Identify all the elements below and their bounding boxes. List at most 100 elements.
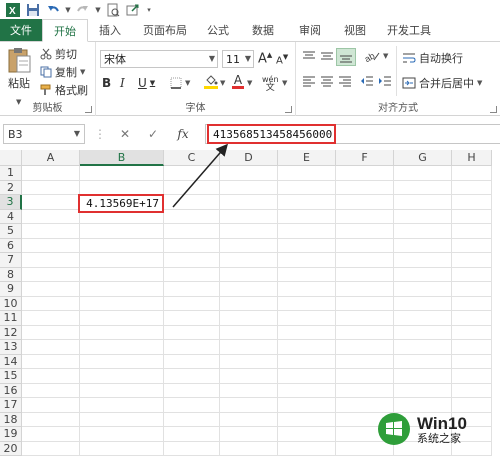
formula-value-highlight[interactable]: 413568513458456000 — [207, 124, 336, 144]
cell-a8[interactable] — [22, 267, 80, 282]
cancel-entry-button[interactable]: ✕ — [114, 124, 136, 144]
cell-g1[interactable] — [394, 166, 452, 181]
cell-c5[interactable] — [164, 224, 220, 239]
cell-d9[interactable] — [220, 282, 278, 297]
cell-e14[interactable] — [278, 354, 336, 369]
formula-bar-grip-icon[interactable]: ⋮ — [94, 124, 106, 144]
column-header-e[interactable]: E — [278, 150, 336, 166]
cell-f7[interactable] — [336, 253, 394, 268]
cell-e6[interactable] — [278, 238, 336, 253]
tab-home[interactable]: 开始 — [42, 19, 88, 42]
tab-developer[interactable]: 开发工具 — [378, 19, 440, 41]
cell-f11[interactable] — [336, 311, 394, 326]
active-cell-b3[interactable]: 4.13569E+17 — [78, 194, 164, 213]
cell-g8[interactable] — [394, 267, 452, 282]
row-header-9[interactable]: 9 — [0, 282, 22, 297]
redo-dropdown-icon[interactable]: ▼ — [94, 1, 102, 19]
cell-g6[interactable] — [394, 238, 452, 253]
font-size-combo[interactable]: 11 ▼ — [222, 50, 254, 68]
cell-f2[interactable] — [336, 180, 394, 195]
cell-h8[interactable] — [452, 267, 492, 282]
cell-a2[interactable] — [22, 180, 80, 195]
cell-a11[interactable] — [22, 311, 80, 326]
cell-g5[interactable] — [394, 224, 452, 239]
column-header-f[interactable]: F — [336, 150, 394, 166]
cell-e19[interactable] — [278, 427, 336, 442]
cell-h15[interactable] — [452, 369, 492, 384]
cell-e17[interactable] — [278, 398, 336, 413]
tab-file[interactable]: 文件 — [0, 19, 42, 41]
cell-f14[interactable] — [336, 354, 394, 369]
tab-page-layout[interactable]: 页面布局 — [132, 19, 198, 41]
cell-a20[interactable] — [22, 441, 80, 456]
align-bottom-button[interactable] — [336, 48, 356, 66]
cell-c4[interactable] — [164, 209, 220, 224]
cell-d10[interactable] — [220, 296, 278, 311]
cell-g3[interactable] — [394, 195, 452, 210]
cell-h16[interactable] — [452, 383, 492, 398]
cell-f15[interactable] — [336, 369, 394, 384]
cell-a4[interactable] — [22, 209, 80, 224]
cell-e15[interactable] — [278, 369, 336, 384]
phonetic-button[interactable]: wén 文 — [262, 76, 279, 93]
cell-b19[interactable] — [80, 427, 164, 442]
cell-a7[interactable] — [22, 253, 80, 268]
cell-b10[interactable] — [80, 296, 164, 311]
row-header-7[interactable]: 7 — [0, 253, 22, 268]
column-header-h[interactable]: H — [452, 150, 492, 166]
cell-e11[interactable] — [278, 311, 336, 326]
cell-f9[interactable] — [336, 282, 394, 297]
cell-c12[interactable] — [164, 325, 220, 340]
cell-e9[interactable] — [278, 282, 336, 297]
share-icon[interactable] — [124, 1, 142, 19]
cell-c14[interactable] — [164, 354, 220, 369]
cell-b5[interactable] — [80, 224, 164, 239]
increase-indent-button[interactable] — [378, 75, 392, 87]
column-header-g[interactable]: G — [394, 150, 452, 166]
cell-h10[interactable] — [452, 296, 492, 311]
row-header-5[interactable]: 5 — [0, 224, 22, 239]
cell-f6[interactable] — [336, 238, 394, 253]
cell-c3[interactable] — [164, 195, 220, 210]
align-left-button[interactable] — [302, 75, 316, 87]
cell-d12[interactable] — [220, 325, 278, 340]
tab-review[interactable]: 审阅 — [288, 19, 332, 41]
cell-f17[interactable] — [336, 398, 394, 413]
cell-a18[interactable] — [22, 412, 80, 427]
align-center-button[interactable] — [320, 75, 334, 87]
fill-color-dropdown[interactable]: ▼ — [220, 79, 225, 87]
merge-center-dropdown-icon[interactable]: ▼ — [477, 79, 482, 87]
row-header-4[interactable]: 4 — [0, 209, 22, 224]
cell-a17[interactable] — [22, 398, 80, 413]
decrease-indent-button[interactable] — [360, 75, 374, 87]
row-header-3[interactable]: 3 — [0, 195, 22, 210]
font-dialog-launcher[interactable] — [285, 106, 292, 113]
cell-d20[interactable] — [220, 441, 278, 456]
cell-e16[interactable] — [278, 383, 336, 398]
column-header-d[interactable]: D — [220, 150, 278, 166]
cell-g17[interactable] — [394, 398, 452, 413]
column-header-a[interactable]: A — [22, 150, 80, 166]
name-box-dropdown-icon[interactable]: ▼ — [74, 129, 80, 138]
cell-f16[interactable] — [336, 383, 394, 398]
cell-c15[interactable] — [164, 369, 220, 384]
cell-c16[interactable] — [164, 383, 220, 398]
cell-d16[interactable] — [220, 383, 278, 398]
cell-d6[interactable] — [220, 238, 278, 253]
cut-button[interactable]: 剪切 — [40, 46, 77, 62]
paste-button[interactable]: 粘贴 — [6, 46, 32, 91]
cell-c1[interactable] — [164, 166, 220, 181]
cell-f4[interactable] — [336, 209, 394, 224]
cell-c10[interactable] — [164, 296, 220, 311]
cell-d2[interactable] — [220, 180, 278, 195]
row-header-10[interactable]: 10 — [0, 296, 22, 311]
cell-d1[interactable] — [220, 166, 278, 181]
row-header-16[interactable]: 16 — [0, 383, 22, 398]
cell-b11[interactable] — [80, 311, 164, 326]
align-right-button[interactable] — [338, 75, 352, 87]
tab-formulas[interactable]: 公式 — [198, 19, 238, 41]
cell-g7[interactable] — [394, 253, 452, 268]
wrap-text-button[interactable]: 自动换行 — [402, 50, 463, 66]
confirm-entry-button[interactable]: ✓ — [142, 124, 164, 144]
cell-e18[interactable] — [278, 412, 336, 427]
